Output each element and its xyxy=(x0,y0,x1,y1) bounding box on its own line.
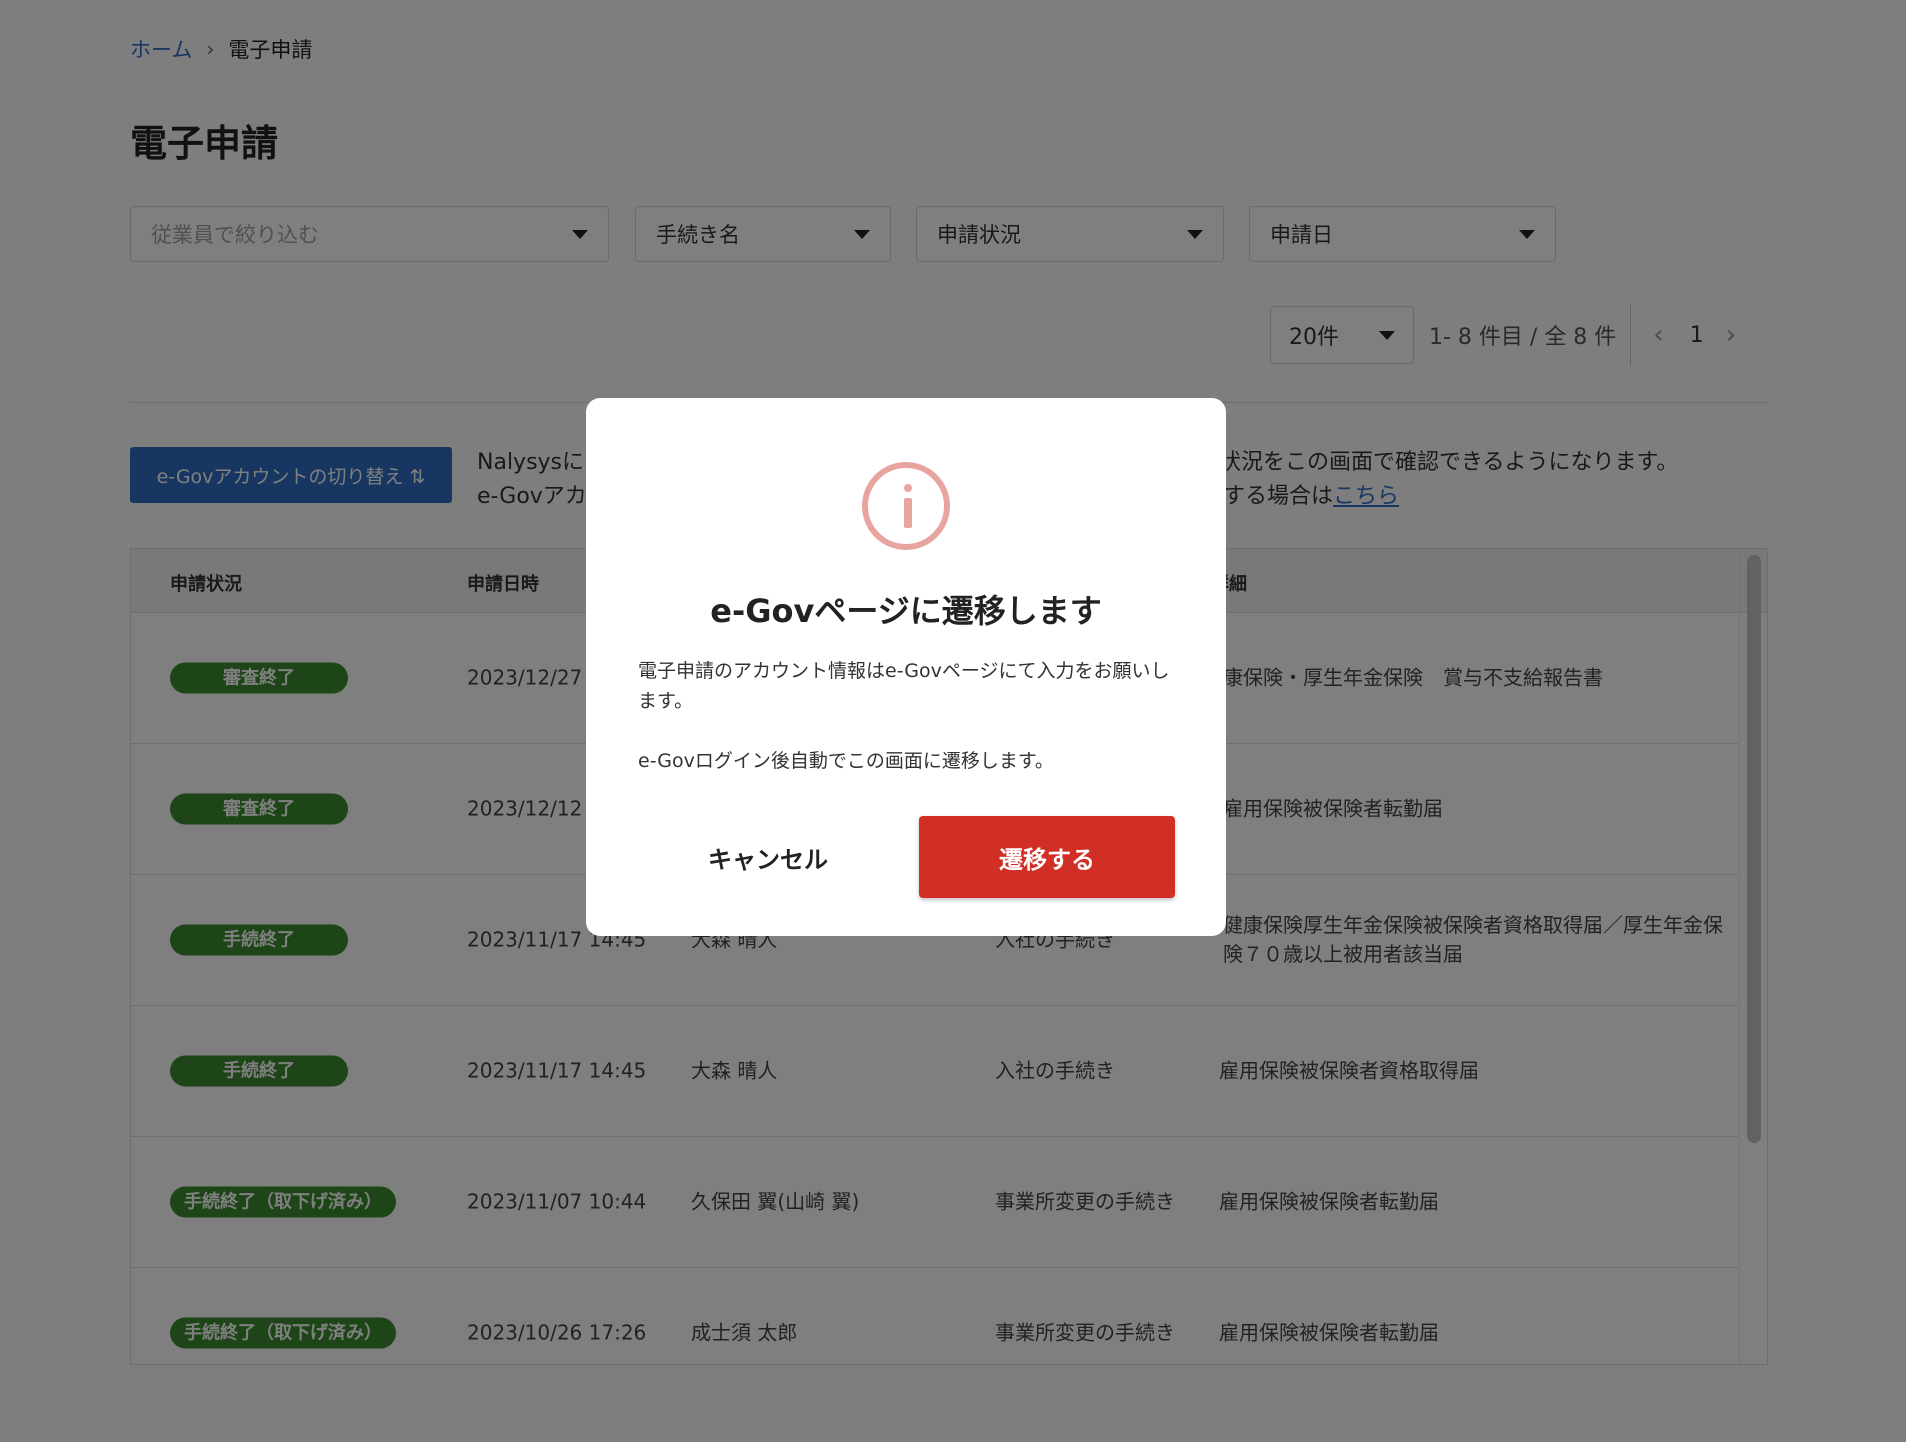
info-icon-dot xyxy=(904,484,912,492)
egov-redirect-dialog: e-Govページに遷移します 電子申請のアカウント情報はe-Govページにて入力… xyxy=(586,398,1226,936)
dialog-body-paragraph-2: e-Govログイン後自動でこの画面に遷移します。 xyxy=(638,750,1054,772)
dialog-title: e-Govページに遷移します xyxy=(710,592,1102,630)
info-icon-bar xyxy=(904,498,912,528)
confirm-redirect-button[interactable]: 遷移する xyxy=(919,816,1175,898)
dialog-body: 電子申請のアカウント情報はe-Govページにて入力をお願いします。 e-Govロ… xyxy=(638,656,1186,776)
dialog-body-paragraph-1: 電子申請のアカウント情報はe-Govページにて入力をお願いします。 xyxy=(638,660,1170,712)
cancel-button[interactable]: キャンセル xyxy=(638,816,898,898)
info-icon xyxy=(862,462,950,550)
